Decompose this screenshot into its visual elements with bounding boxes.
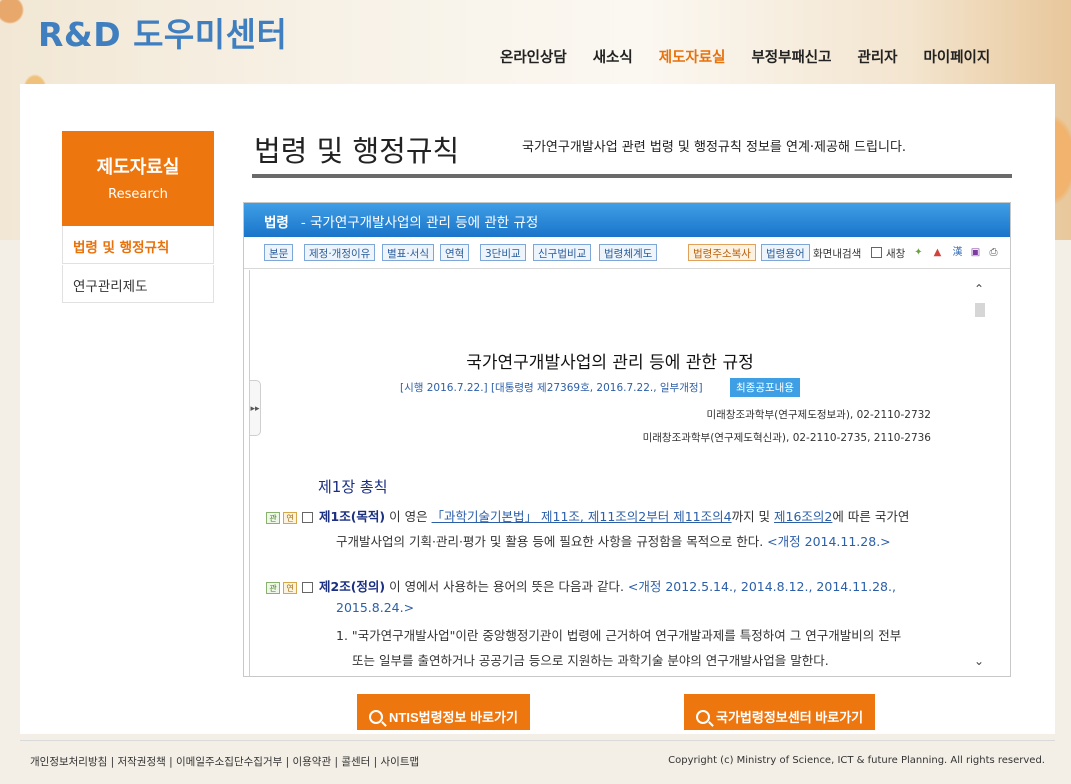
history-tag-icon[interactable]: 연 (283, 581, 297, 594)
tab-annex-forms[interactable]: 별표·서식 (382, 244, 434, 261)
article-2: 관 연 제2조(정의) 이 영에서 사용하는 용어의 뜻은 다음과 같다. <개정 … (266, 576, 896, 595)
tab-law-hierarchy[interactable]: 법령체계도 (599, 244, 658, 261)
tab-history[interactable]: 연혁 (440, 244, 470, 261)
lnb-item-research-system[interactable]: 연구관리제도 (62, 265, 214, 303)
law-terms-button[interactable]: 법령용어 (761, 244, 810, 261)
frame-header-title: - 국가연구개발사업의 관리 등에 관한 규정 (300, 215, 539, 231)
side-toggle-button[interactable]: ▸▸ (250, 380, 261, 436)
nav-admin[interactable]: 관리자 (857, 46, 897, 67)
article-checkbox[interactable] (302, 582, 313, 593)
article-1-line2: 구개발사업의 기획·관리·평가 및 활용 등에 필요한 사항을 규정함을 목적으… (336, 531, 891, 550)
new-window-checkbox[interactable] (871, 247, 882, 258)
article-1: 관 연 제1조(목적) 이 영은 「과학기술기본법」 제11조, 제11조의2부터 … (266, 506, 909, 525)
lnb-title: 제도자료실 Research (62, 131, 214, 226)
scroll-thumb[interactable] (975, 303, 985, 317)
download-icon[interactable]: ▲ (931, 246, 944, 259)
page-description: 국가연구개발사업 관련 법령 및 행정규칙 정보를 연계·제공해 드립니다. (522, 140, 907, 155)
article-2-item-1b: 또는 일부를 출연하거나 공공기금 등으로 지원하는 과학기술 분야의 연구개발… (352, 653, 829, 668)
article-number: 제1조(목적) (319, 509, 386, 524)
tab-three-compare[interactable]: 3단비교 (480, 244, 526, 261)
in-page-search[interactable]: 화면내검색 (813, 246, 861, 261)
article-text: 에 따른 국가연 (832, 509, 910, 524)
lnb-item-law[interactable]: 법령 및 행정규칙 (62, 226, 214, 264)
nav-research[interactable]: 제도자료실 (659, 46, 726, 67)
content-scrollbar[interactable]: ⌃ ⌄ (971, 270, 989, 676)
related-tag-icon[interactable]: 관 (266, 511, 280, 524)
new-window-label: 새창 (886, 248, 906, 260)
footer-divider (20, 740, 1055, 741)
law-viewer-frame: 법령 - 국가연구개발사업의 관리 등에 관한 규정 본문 제정·개정이유 별표·… (243, 202, 1011, 677)
scroll-up-icon[interactable]: ⌃ (974, 282, 984, 296)
lnb-title-text: 제도자료실 (96, 157, 180, 178)
article-text: 구개발사업의 기획·관리·평가 및 활용 등에 필요한 사항을 규정함을 목적으… (336, 534, 764, 549)
footer-links[interactable]: 개인정보처리방침 | 저작권정책 | 이메일주소집단수집거부 | 이용약관 | … (30, 754, 419, 769)
law-content: ▸▸ 국가연구개발사업의 관리 등에 관한 규정 [시행 2016.7.22.]… (249, 270, 989, 676)
article-2-item-1: 1. "국가연구개발사업"이란 중앙행정기관이 법령에 근거하여 연구개발과제를… (336, 628, 902, 643)
latest-promulgation-button[interactable]: 최종공포내용 (730, 378, 800, 397)
article-number: 제2조(정의) (319, 579, 386, 594)
tab-old-new-compare[interactable]: 신구법비교 (533, 244, 592, 261)
lnb-subtitle: Research (108, 187, 168, 202)
bookmark-icon[interactable]: ✦ (912, 246, 925, 259)
site-logo[interactable]: R&D 도우미센터 (38, 8, 287, 56)
law-link[interactable]: 「과학기술기본법」 제11조, 제11조의2부터 제11조의4 (432, 509, 732, 524)
frame-header: 법령 - 국가연구개발사업의 관리 등에 관한 규정 (244, 203, 1010, 237)
law-title: 국가연구개발사업의 관리 등에 관한 규정 (466, 353, 754, 373)
search-icon (369, 710, 383, 724)
revision-note[interactable]: 2015.8.24.> (336, 600, 414, 615)
global-nav: 온라인상담 새소식 제도자료실 부정부패신고 관리자 마이페이지 (500, 46, 1016, 67)
revision-note[interactable]: <개정 2014.11.28.> (767, 534, 890, 549)
title-divider (252, 174, 1012, 178)
article-text: 이 영에서 사용하는 용어의 뜻은 다음과 같다. (385, 579, 628, 594)
copy-law-url-button[interactable]: 법령주소복사 (688, 244, 756, 261)
tab-revision-reason[interactable]: 제정·개정이유 (304, 244, 376, 261)
article-text: 까지 및 (731, 509, 775, 524)
related-tag-icon[interactable]: 관 (266, 581, 280, 594)
law-dept-2: 미래창조과학부(연구제도혁신과), 02-2110-2735, 2110-273… (642, 432, 931, 444)
article-2-line2: 2015.8.24.> (336, 600, 414, 615)
nav-mypage[interactable]: 마이페이지 (924, 46, 991, 67)
law-dept-1: 미래창조과학부(연구제도정보과), 02-2110-2732 (706, 409, 932, 421)
search-icon (696, 710, 710, 724)
chapter-heading: 제1장 총칙 (318, 478, 388, 496)
tab-main-text[interactable]: 본문 (264, 244, 294, 261)
copyright: Copyright (c) Ministry of Science, ICT &… (668, 755, 1045, 766)
national-law-center-button[interactable]: 국가법령정보센터 바로가기 (684, 694, 876, 730)
revision-note[interactable]: <개정 2012.5.14., 2014.8.12., 2014.11.28., (628, 579, 896, 594)
frame-header-label: 법령 (264, 215, 289, 231)
page-title: 법령 및 행정규칙 (254, 134, 460, 168)
law-enforcement-meta: [시행 2016.7.22.] [대통령령 제27369호, 2016.7.22… (400, 382, 703, 394)
national-law-center-button-label: 국가법령정보센터 바로가기 (716, 710, 864, 725)
law-link[interactable]: 제16조의2 (774, 509, 832, 524)
ntis-law-button-label: NTIS법령정보 바로가기 (389, 710, 518, 725)
law-toolbar: 본문 제정·개정이유 별표·서식 연혁 3단비교 신구법비교 법령체계도 법령주… (244, 237, 1010, 269)
history-tag-icon[interactable]: 연 (283, 511, 297, 524)
article-checkbox[interactable] (302, 512, 313, 523)
save-icon[interactable]: ▣ (969, 246, 982, 259)
scroll-down-icon[interactable]: ⌄ (974, 654, 984, 668)
nav-news[interactable]: 새소식 (593, 46, 633, 67)
ntis-law-button[interactable]: NTIS법령정보 바로가기 (357, 694, 530, 730)
article-text: 이 영은 (385, 509, 432, 524)
nav-online-counsel[interactable]: 온라인상담 (500, 46, 567, 67)
nav-report[interactable]: 부정부패신고 (751, 46, 831, 67)
hanja-icon[interactable]: 漢 (951, 246, 964, 259)
print-icon[interactable]: ⎙ (987, 246, 1000, 259)
